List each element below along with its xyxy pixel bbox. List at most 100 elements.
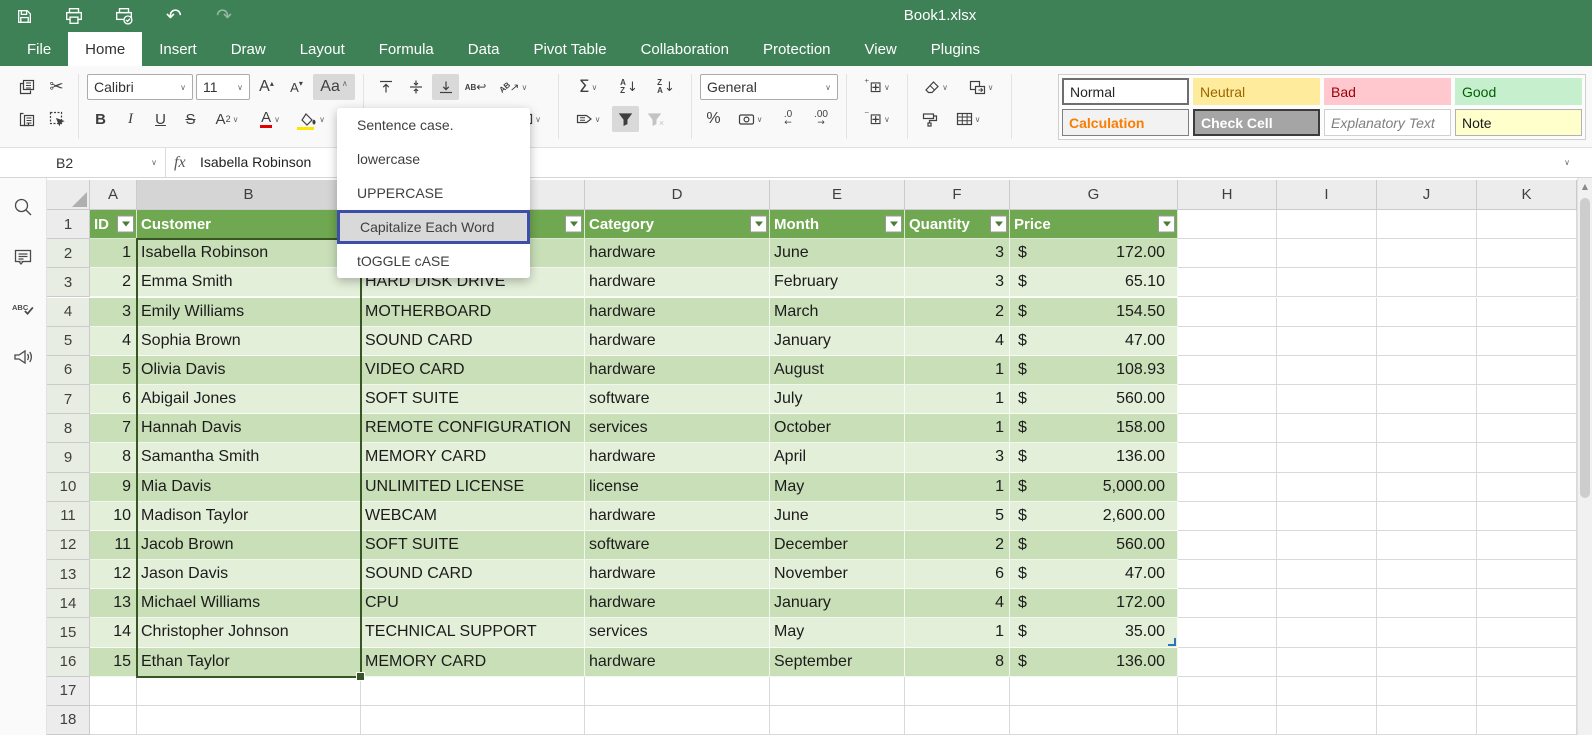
filter-button-E1[interactable] (750, 215, 767, 233)
cell-D8[interactable]: services (585, 414, 770, 444)
tab-home[interactable]: Home (68, 32, 143, 66)
cell-F2[interactable]: 3 (905, 239, 1010, 269)
cell-J18[interactable] (1277, 705, 1377, 735)
cell-G11[interactable]: $2,600.00 (1010, 501, 1178, 531)
cell-G9[interactable]: $136.00 (1010, 443, 1178, 473)
cell-E11[interactable]: June (770, 501, 905, 531)
cell-B14[interactable]: Michael Williams (137, 589, 361, 619)
cell-A5[interactable]: 4 (90, 326, 137, 356)
cell-G15[interactable]: $35.00 (1010, 618, 1178, 648)
row-header-7[interactable]: 7 (47, 385, 90, 415)
decrease-decimal-button[interactable]: .0 ← (773, 106, 803, 132)
tab-formula[interactable]: Formula (362, 32, 451, 66)
cell-F7[interactable]: 1 (905, 385, 1010, 415)
cell-K7[interactable] (1377, 385, 1477, 415)
cell-A16[interactable]: 15 (90, 647, 137, 677)
column-header-G[interactable]: G (1010, 180, 1178, 210)
row-header-11[interactable]: 11 (47, 501, 90, 531)
increase-decimal-button[interactable]: .00 → (806, 106, 836, 132)
cell-J4[interactable] (1277, 297, 1377, 327)
cell-B12[interactable]: Jacob Brown (137, 530, 361, 561)
cell-undefined11[interactable] (1477, 501, 1577, 531)
style-check-cell[interactable]: Check Cell (1193, 109, 1320, 136)
cell-G8[interactable]: $158.00 (1010, 414, 1178, 444)
filter-button-D1[interactable] (565, 215, 582, 233)
cell-I12[interactable] (1178, 530, 1277, 561)
conditional-formatting-button[interactable]: ∨ (959, 74, 1003, 100)
tab-file[interactable]: File (10, 32, 68, 66)
cell-B16[interactable]: Ethan Taylor (137, 647, 361, 677)
cell-K8[interactable] (1377, 414, 1477, 444)
cell-A13[interactable]: 12 (90, 560, 137, 590)
table-header-cell-G1[interactable]: Quantity (905, 210, 1010, 240)
row-header-14[interactable]: 14 (47, 589, 90, 619)
cell-undefined3[interactable] (1477, 268, 1577, 298)
bold-button[interactable]: B (87, 106, 114, 132)
insert-cells-button[interactable]: ⁺ ⊞ ∨ (855, 74, 899, 100)
column-header-K[interactable]: K (1477, 180, 1577, 210)
cell-G16[interactable]: $136.00 (1010, 647, 1178, 677)
cell-K11[interactable] (1377, 501, 1477, 531)
cell-F18[interactable] (770, 705, 905, 735)
cell-C12[interactable]: SOFT SUITE (361, 530, 585, 561)
cell-F6[interactable]: 1 (905, 355, 1010, 385)
row-header-15[interactable]: 15 (47, 618, 90, 648)
cell-C13[interactable]: SOUND CARD (361, 560, 585, 590)
cell-B7[interactable]: Abigail Jones (137, 385, 361, 415)
cell-A15[interactable]: 14 (90, 618, 137, 648)
cell-I3[interactable] (1178, 268, 1277, 298)
cell-E14[interactable]: January (770, 589, 905, 619)
cell-J2[interactable] (1277, 239, 1377, 269)
cell-B8[interactable]: Hannah Davis (137, 414, 361, 444)
named-ranges-button[interactable]: ∨ (567, 106, 609, 132)
cell-E8[interactable]: October (770, 414, 905, 444)
cell-B2[interactable]: Isabella Robinson (137, 239, 361, 269)
cell-F12[interactable]: 2 (905, 530, 1010, 561)
filter-button[interactable] (612, 106, 639, 132)
cell-K5[interactable] (1377, 326, 1477, 356)
cell-A10[interactable]: 9 (90, 472, 137, 502)
cell-G4[interactable]: $154.50 (1010, 297, 1178, 327)
cell-J15[interactable] (1277, 618, 1377, 648)
cell-D11[interactable]: hardware (585, 501, 770, 531)
percent-style-button[interactable]: % (700, 106, 727, 132)
cell-A6[interactable]: 5 (90, 355, 137, 385)
cell-J13[interactable] (1277, 560, 1377, 590)
cell-C5[interactable]: SOUND CARD (361, 326, 585, 356)
text-orientation-button[interactable]: AB → ∨ (492, 74, 534, 100)
cell-I7[interactable] (1178, 385, 1277, 415)
cell-B11[interactable]: Madison Taylor (137, 501, 361, 531)
cell-A9[interactable]: 8 (90, 443, 137, 473)
cell-J3[interactable] (1277, 268, 1377, 298)
print-button[interactable] (64, 6, 84, 26)
cell-J16[interactable] (1277, 647, 1377, 677)
vertical-scrollbar[interactable]: ▲ (1577, 178, 1592, 735)
decrease-font-button[interactable]: A ▾ (283, 74, 310, 100)
print-preview-button[interactable] (114, 6, 134, 26)
row-header-2[interactable]: 2 (47, 239, 90, 269)
case-menu-item-4[interactable]: Capitalize Each Word (337, 210, 530, 244)
font-name-select[interactable]: Calibri ∨ (87, 74, 193, 100)
cell-D2[interactable]: hardware (585, 239, 770, 269)
case-menu-item-5[interactable]: tOGGLE cASE (337, 244, 530, 278)
cell-D10[interactable]: license (585, 472, 770, 502)
cell-C16[interactable]: MEMORY CARD (361, 647, 585, 677)
cell-G2[interactable]: $172.00 (1010, 239, 1178, 269)
format-painter-button[interactable] (916, 106, 943, 132)
save-button[interactable] (14, 6, 34, 26)
cell-F14[interactable]: 4 (905, 589, 1010, 619)
cell-A4[interactable]: 3 (90, 297, 137, 327)
cell-undefined2[interactable] (1477, 239, 1577, 269)
cell-undefined13[interactable] (1477, 560, 1577, 590)
style-neutral[interactable]: Neutral (1193, 78, 1320, 105)
cell-E9[interactable]: April (770, 443, 905, 473)
cell-undefined9[interactable] (1477, 443, 1577, 473)
autosum-button[interactable]: Σ ∨ (567, 74, 609, 100)
cell-C6[interactable]: VIDEO CARD (361, 355, 585, 385)
cell-G5[interactable]: $47.00 (1010, 326, 1178, 356)
italic-button[interactable]: I (117, 106, 144, 132)
cell-E17[interactable] (585, 676, 770, 706)
table-resize-handle[interactable] (1168, 637, 1176, 646)
cell-D15[interactable]: services (585, 618, 770, 648)
cell-undefined1[interactable] (1477, 210, 1577, 240)
